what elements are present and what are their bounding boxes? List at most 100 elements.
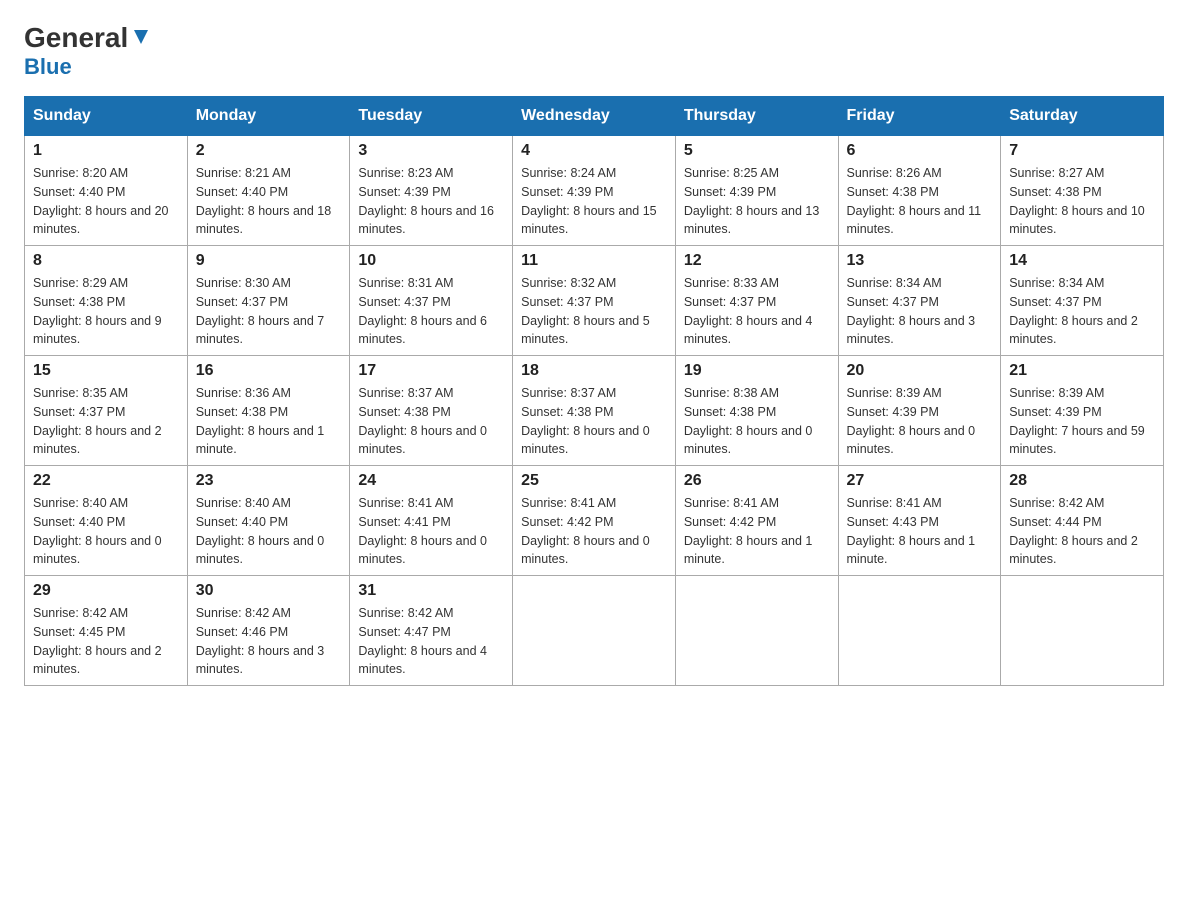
day-number: 11 [521, 252, 667, 270]
col-header-wednesday: Wednesday [513, 97, 676, 136]
day-number: 25 [521, 472, 667, 490]
calendar-cell: 28 Sunrise: 8:42 AMSunset: 4:44 PMDaylig… [1001, 466, 1164, 576]
day-info: Sunrise: 8:23 AMSunset: 4:39 PMDaylight:… [358, 166, 494, 236]
day-number: 22 [33, 472, 179, 490]
day-number: 14 [1009, 252, 1155, 270]
calendar-cell: 9 Sunrise: 8:30 AMSunset: 4:37 PMDayligh… [187, 246, 350, 356]
day-info: Sunrise: 8:26 AMSunset: 4:38 PMDaylight:… [847, 166, 982, 236]
calendar-cell: 12 Sunrise: 8:33 AMSunset: 4:37 PMDaylig… [675, 246, 838, 356]
day-info: Sunrise: 8:33 AMSunset: 4:37 PMDaylight:… [684, 276, 813, 346]
day-info: Sunrise: 8:40 AMSunset: 4:40 PMDaylight:… [33, 496, 162, 566]
calendar-week-row: 8 Sunrise: 8:29 AMSunset: 4:38 PMDayligh… [25, 246, 1164, 356]
day-info: Sunrise: 8:42 AMSunset: 4:45 PMDaylight:… [33, 606, 162, 676]
day-number: 30 [196, 582, 342, 600]
calendar-cell: 8 Sunrise: 8:29 AMSunset: 4:38 PMDayligh… [25, 246, 188, 356]
calendar-cell: 17 Sunrise: 8:37 AMSunset: 4:38 PMDaylig… [350, 356, 513, 466]
calendar-header-row: SundayMondayTuesdayWednesdayThursdayFrid… [25, 97, 1164, 136]
day-number: 1 [33, 142, 179, 160]
day-number: 6 [847, 142, 993, 160]
calendar-cell: 5 Sunrise: 8:25 AMSunset: 4:39 PMDayligh… [675, 136, 838, 246]
calendar-cell: 14 Sunrise: 8:34 AMSunset: 4:37 PMDaylig… [1001, 246, 1164, 356]
day-info: Sunrise: 8:24 AMSunset: 4:39 PMDaylight:… [521, 166, 657, 236]
day-number: 13 [847, 252, 993, 270]
calendar-cell: 13 Sunrise: 8:34 AMSunset: 4:37 PMDaylig… [838, 246, 1001, 356]
calendar-cell: 23 Sunrise: 8:40 AMSunset: 4:40 PMDaylig… [187, 466, 350, 576]
day-number: 20 [847, 362, 993, 380]
day-number: 26 [684, 472, 830, 490]
calendar-cell: 20 Sunrise: 8:39 AMSunset: 4:39 PMDaylig… [838, 356, 1001, 466]
day-number: 28 [1009, 472, 1155, 490]
day-info: Sunrise: 8:41 AMSunset: 4:41 PMDaylight:… [358, 496, 487, 566]
day-info: Sunrise: 8:21 AMSunset: 4:40 PMDaylight:… [196, 166, 332, 236]
calendar-cell: 30 Sunrise: 8:42 AMSunset: 4:46 PMDaylig… [187, 576, 350, 686]
calendar-cell: 26 Sunrise: 8:41 AMSunset: 4:42 PMDaylig… [675, 466, 838, 576]
day-info: Sunrise: 8:42 AMSunset: 4:44 PMDaylight:… [1009, 496, 1138, 566]
day-info: Sunrise: 8:27 AMSunset: 4:38 PMDaylight:… [1009, 166, 1145, 236]
day-number: 2 [196, 142, 342, 160]
calendar-week-row: 1 Sunrise: 8:20 AMSunset: 4:40 PMDayligh… [25, 136, 1164, 246]
calendar-cell [1001, 576, 1164, 686]
day-number: 12 [684, 252, 830, 270]
day-number: 27 [847, 472, 993, 490]
day-info: Sunrise: 8:42 AMSunset: 4:47 PMDaylight:… [358, 606, 487, 676]
logo-blue-text: Blue [24, 54, 72, 80]
calendar-cell [513, 576, 676, 686]
calendar-cell: 16 Sunrise: 8:36 AMSunset: 4:38 PMDaylig… [187, 356, 350, 466]
calendar-cell: 7 Sunrise: 8:27 AMSunset: 4:38 PMDayligh… [1001, 136, 1164, 246]
calendar-cell: 22 Sunrise: 8:40 AMSunset: 4:40 PMDaylig… [25, 466, 188, 576]
day-info: Sunrise: 8:29 AMSunset: 4:38 PMDaylight:… [33, 276, 162, 346]
day-info: Sunrise: 8:32 AMSunset: 4:37 PMDaylight:… [521, 276, 650, 346]
day-info: Sunrise: 8:39 AMSunset: 4:39 PMDaylight:… [1009, 386, 1145, 456]
calendar-cell: 18 Sunrise: 8:37 AMSunset: 4:38 PMDaylig… [513, 356, 676, 466]
calendar-cell: 24 Sunrise: 8:41 AMSunset: 4:41 PMDaylig… [350, 466, 513, 576]
day-number: 7 [1009, 142, 1155, 160]
calendar-cell: 2 Sunrise: 8:21 AMSunset: 4:40 PMDayligh… [187, 136, 350, 246]
logo-triangle-icon [130, 26, 152, 48]
day-number: 5 [684, 142, 830, 160]
day-info: Sunrise: 8:42 AMSunset: 4:46 PMDaylight:… [196, 606, 325, 676]
day-info: Sunrise: 8:39 AMSunset: 4:39 PMDaylight:… [847, 386, 976, 456]
day-info: Sunrise: 8:36 AMSunset: 4:38 PMDaylight:… [196, 386, 325, 456]
day-number: 29 [33, 582, 179, 600]
day-info: Sunrise: 8:41 AMSunset: 4:42 PMDaylight:… [684, 496, 813, 566]
day-info: Sunrise: 8:40 AMSunset: 4:40 PMDaylight:… [196, 496, 325, 566]
day-info: Sunrise: 8:35 AMSunset: 4:37 PMDaylight:… [33, 386, 162, 456]
calendar-week-row: 15 Sunrise: 8:35 AMSunset: 4:37 PMDaylig… [25, 356, 1164, 466]
calendar-cell [838, 576, 1001, 686]
day-number: 17 [358, 362, 504, 380]
day-number: 31 [358, 582, 504, 600]
calendar-cell: 15 Sunrise: 8:35 AMSunset: 4:37 PMDaylig… [25, 356, 188, 466]
day-number: 10 [358, 252, 504, 270]
day-info: Sunrise: 8:31 AMSunset: 4:37 PMDaylight:… [358, 276, 487, 346]
day-number: 8 [33, 252, 179, 270]
calendar-week-row: 29 Sunrise: 8:42 AMSunset: 4:45 PMDaylig… [25, 576, 1164, 686]
day-info: Sunrise: 8:41 AMSunset: 4:43 PMDaylight:… [847, 496, 976, 566]
calendar-cell: 19 Sunrise: 8:38 AMSunset: 4:38 PMDaylig… [675, 356, 838, 466]
col-header-thursday: Thursday [675, 97, 838, 136]
calendar-cell [675, 576, 838, 686]
day-info: Sunrise: 8:34 AMSunset: 4:37 PMDaylight:… [1009, 276, 1138, 346]
day-info: Sunrise: 8:37 AMSunset: 4:38 PMDaylight:… [521, 386, 650, 456]
calendar-cell: 31 Sunrise: 8:42 AMSunset: 4:47 PMDaylig… [350, 576, 513, 686]
calendar-cell: 27 Sunrise: 8:41 AMSunset: 4:43 PMDaylig… [838, 466, 1001, 576]
day-number: 9 [196, 252, 342, 270]
day-info: Sunrise: 8:30 AMSunset: 4:37 PMDaylight:… [196, 276, 325, 346]
calendar-cell: 4 Sunrise: 8:24 AMSunset: 4:39 PMDayligh… [513, 136, 676, 246]
day-info: Sunrise: 8:34 AMSunset: 4:37 PMDaylight:… [847, 276, 976, 346]
calendar-cell: 11 Sunrise: 8:32 AMSunset: 4:37 PMDaylig… [513, 246, 676, 356]
day-info: Sunrise: 8:41 AMSunset: 4:42 PMDaylight:… [521, 496, 650, 566]
calendar-cell: 1 Sunrise: 8:20 AMSunset: 4:40 PMDayligh… [25, 136, 188, 246]
calendar-cell: 3 Sunrise: 8:23 AMSunset: 4:39 PMDayligh… [350, 136, 513, 246]
logo-general-text: General [24, 24, 128, 52]
day-number: 3 [358, 142, 504, 160]
calendar-cell: 29 Sunrise: 8:42 AMSunset: 4:45 PMDaylig… [25, 576, 188, 686]
logo: General Blue [24, 24, 152, 80]
page-header: General Blue [24, 24, 1164, 80]
day-info: Sunrise: 8:38 AMSunset: 4:38 PMDaylight:… [684, 386, 813, 456]
col-header-tuesday: Tuesday [350, 97, 513, 136]
calendar-cell: 10 Sunrise: 8:31 AMSunset: 4:37 PMDaylig… [350, 246, 513, 356]
calendar-week-row: 22 Sunrise: 8:40 AMSunset: 4:40 PMDaylig… [25, 466, 1164, 576]
day-info: Sunrise: 8:25 AMSunset: 4:39 PMDaylight:… [684, 166, 820, 236]
calendar-cell: 6 Sunrise: 8:26 AMSunset: 4:38 PMDayligh… [838, 136, 1001, 246]
calendar-cell: 21 Sunrise: 8:39 AMSunset: 4:39 PMDaylig… [1001, 356, 1164, 466]
